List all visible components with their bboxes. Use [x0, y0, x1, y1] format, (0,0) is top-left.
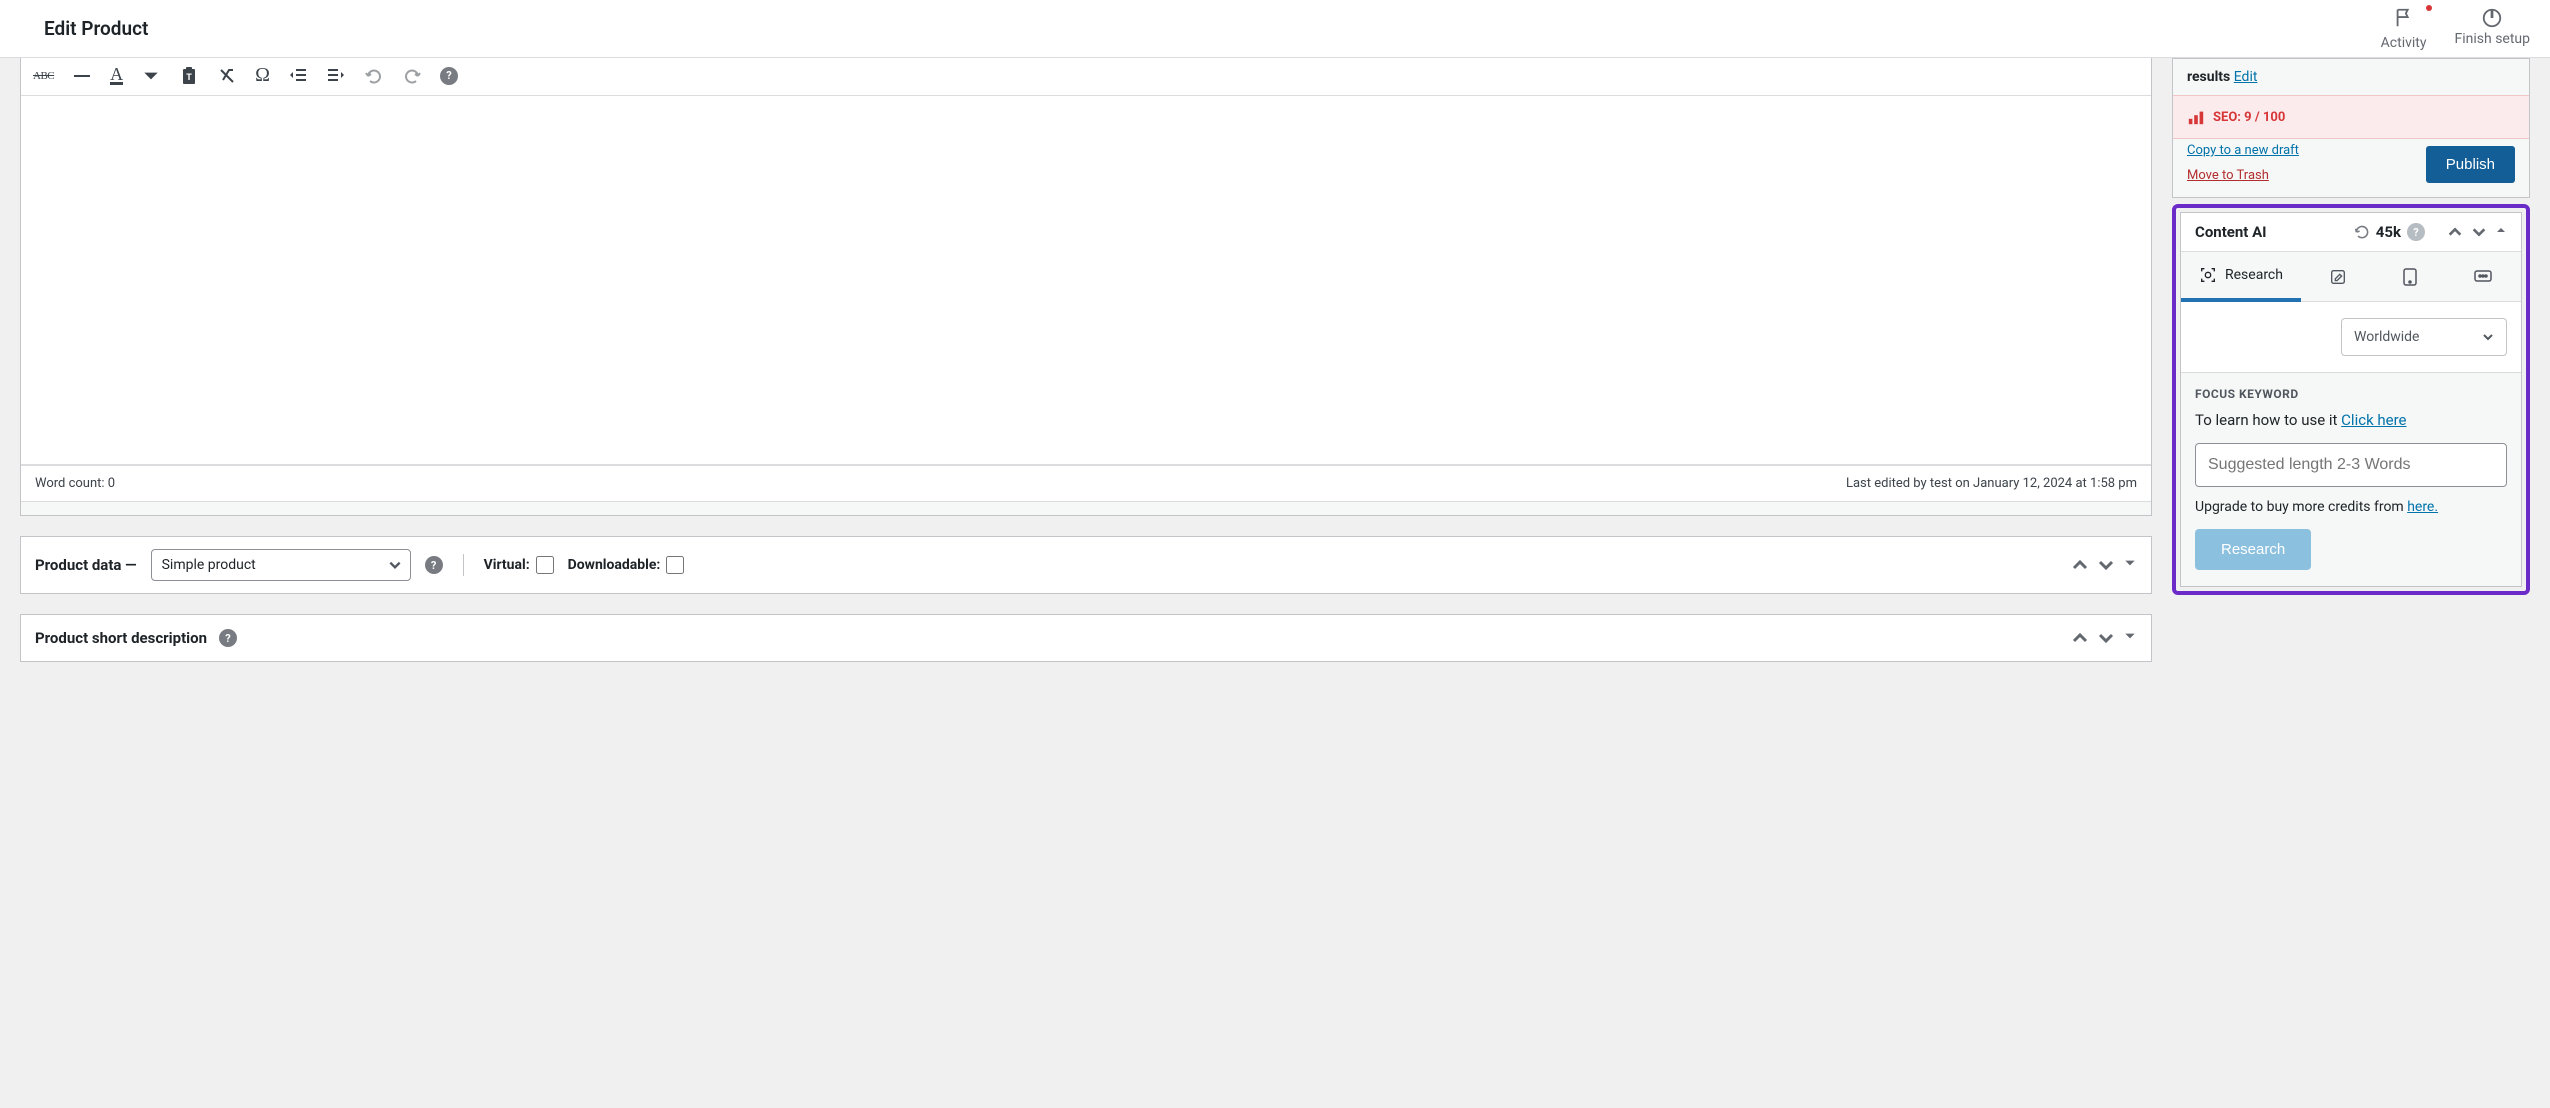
finish-setup-button[interactable]: Finish setup — [2455, 7, 2531, 47]
product-data-label: Product data — — [35, 556, 137, 574]
short-description-box: Product short description ? — [20, 614, 2152, 662]
tab-write[interactable] — [2311, 254, 2365, 300]
last-edited: Last edited by test on January 12, 2024 … — [1846, 476, 2137, 491]
move-down-icon[interactable] — [2097, 629, 2115, 647]
credits-count: 45k — [2376, 223, 2401, 241]
focus-keyword-label: FOCUS KEYWORD — [2195, 387, 2507, 401]
product-type-select[interactable]: Simple product — [151, 549, 411, 581]
chevron-down-icon — [388, 558, 402, 572]
tab-research[interactable]: Research — [2181, 252, 2301, 302]
top-bar: Edit Product Activity Finish setup — [0, 0, 2550, 58]
upgrade-here-link[interactable]: here. — [2407, 499, 2438, 515]
editor-content-area[interactable] — [21, 95, 2151, 465]
text-color-button[interactable]: A — [110, 67, 123, 85]
activity-button[interactable]: Activity — [2381, 7, 2427, 51]
move-trash-link[interactable]: Move to Trash — [2187, 168, 2299, 183]
visibility-row: results Edit — [2173, 59, 2529, 95]
edit-icon — [2329, 268, 2347, 286]
word-count: Word count: 0 — [35, 476, 115, 491]
outdent-button[interactable] — [288, 66, 308, 86]
toggle-panel-icon[interactable] — [2495, 224, 2507, 236]
editor-status-bar: Word count: 0 Last edited by test on Jan… — [21, 465, 2151, 501]
move-up-icon[interactable] — [2447, 224, 2463, 240]
short-description-help[interactable]: ? — [219, 629, 237, 647]
content-editor-box: ABC A T Ω ? Word count: 0 Last edited by… — [20, 58, 2152, 516]
horizontal-rule-button[interactable] — [72, 66, 92, 86]
text-color-dropdown[interactable] — [141, 66, 161, 86]
chevron-down-icon — [2482, 331, 2494, 343]
publish-button[interactable]: Publish — [2426, 146, 2515, 183]
page-title: Edit Product — [44, 17, 148, 40]
paste-text-button[interactable]: T — [179, 66, 199, 86]
seo-score-row[interactable]: SEO: 9 / 100 — [2173, 95, 2529, 139]
content-ai-tabs: Research — [2181, 251, 2521, 302]
editor-toolbar: ABC A T Ω ? — [21, 58, 2151, 95]
downloadable-checkbox[interactable] — [666, 556, 684, 574]
content-ai-title: Content AI — [2195, 223, 2267, 241]
help-button[interactable]: ? — [440, 67, 458, 85]
publish-box: results Edit SEO: 9 / 100 Copy to a new … — [2172, 58, 2530, 198]
product-data-box: Product data — Simple product ? Virtual:… — [20, 536, 2152, 594]
scan-icon — [2199, 266, 2217, 284]
finish-setup-label: Finish setup — [2455, 31, 2531, 47]
click-here-link[interactable]: Click here — [2341, 411, 2406, 429]
content-ai-box: Content AI 45k ? Research — [2180, 212, 2522, 587]
seo-icon — [2187, 108, 2205, 126]
move-down-icon[interactable] — [2097, 556, 2115, 574]
chat-icon — [2473, 269, 2493, 285]
focus-keyword-input[interactable] — [2195, 443, 2507, 487]
notification-dot-icon — [2426, 5, 2432, 11]
virtual-checkbox-label[interactable]: Virtual: — [484, 556, 554, 574]
svg-text:T: T — [186, 73, 192, 83]
special-char-button[interactable]: Ω — [255, 64, 270, 87]
short-description-title: Product short description — [35, 629, 207, 647]
move-down-icon[interactable] — [2471, 224, 2487, 240]
clear-formatting-button[interactable] — [217, 66, 237, 86]
upgrade-hint: Upgrade to buy more credits from here. — [2195, 499, 2507, 515]
help-icon: ? — [440, 67, 458, 85]
toggle-panel-icon[interactable] — [2123, 556, 2137, 570]
indent-button[interactable] — [326, 66, 346, 86]
copy-draft-link[interactable]: Copy to a new draft — [2187, 143, 2299, 158]
mobile-icon — [2402, 267, 2418, 287]
focus-keyword-section: FOCUS KEYWORD To learn how to use it Cli… — [2181, 372, 2521, 586]
strikethrough-button[interactable]: ABC — [33, 70, 54, 82]
tab-mobile[interactable] — [2384, 253, 2436, 301]
move-up-icon[interactable] — [2071, 556, 2089, 574]
content-ai-highlight: Content AI 45k ? Research — [2172, 204, 2530, 595]
redo-button[interactable] — [402, 66, 422, 86]
refresh-icon[interactable] — [2354, 224, 2370, 240]
move-up-icon[interactable] — [2071, 629, 2089, 647]
virtual-checkbox[interactable] — [536, 556, 554, 574]
downloadable-checkbox-label[interactable]: Downloadable: — [568, 556, 685, 574]
toggle-panel-icon[interactable] — [2123, 629, 2137, 643]
progress-circle-icon — [2481, 7, 2503, 29]
undo-button[interactable] — [364, 66, 384, 86]
credits-help[interactable]: ? — [2407, 223, 2425, 241]
research-button[interactable]: Research — [2195, 529, 2311, 570]
activity-label: Activity — [2381, 35, 2427, 51]
tab-chat[interactable] — [2455, 255, 2511, 299]
flag-icon — [2393, 7, 2415, 29]
region-select[interactable]: Worldwide — [2341, 318, 2507, 356]
focus-keyword-hint: To learn how to use it Click here — [2195, 411, 2507, 429]
edit-visibility-link[interactable]: Edit — [2234, 69, 2258, 85]
product-data-help[interactable]: ? — [425, 556, 443, 574]
